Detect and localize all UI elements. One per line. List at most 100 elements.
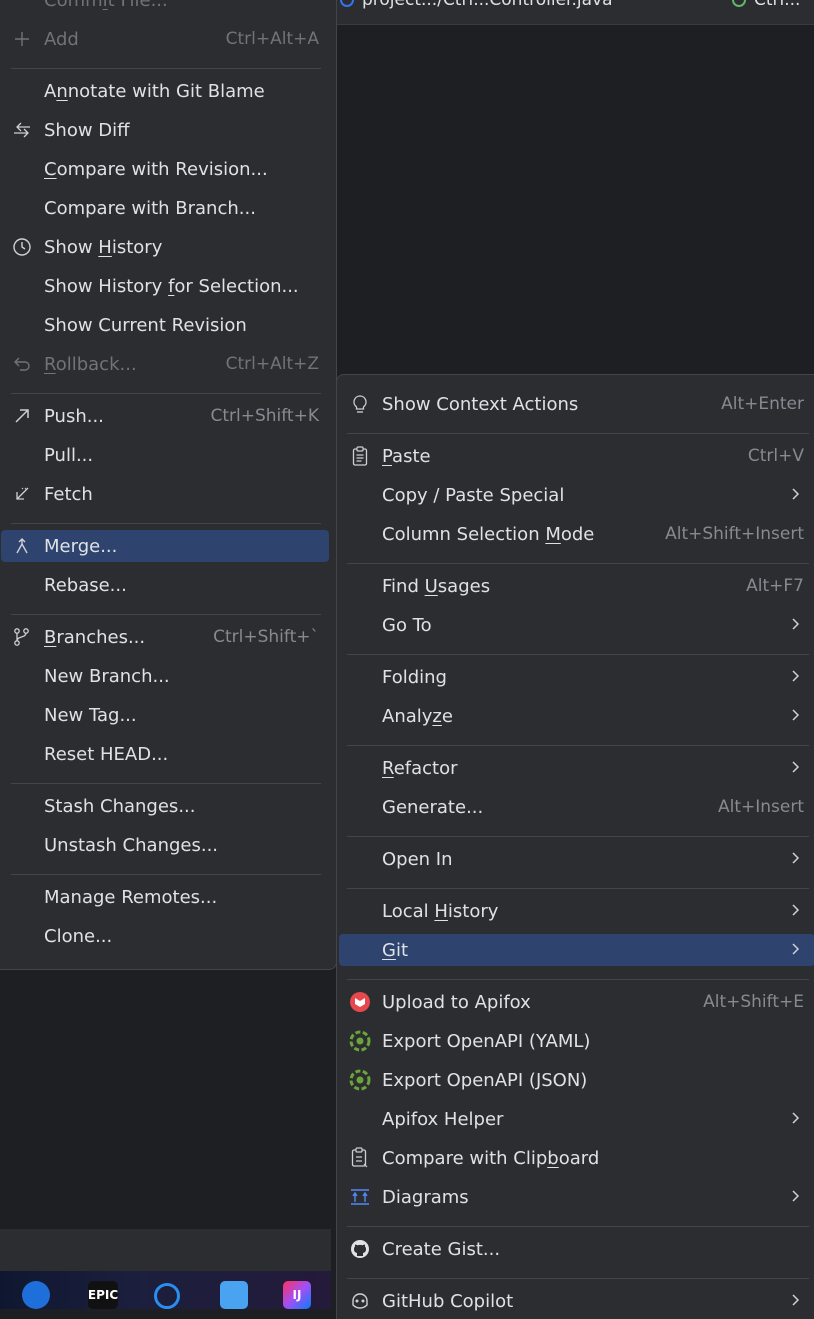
menu-item-compare-revision[interactable]: Compare with Revision... (1, 153, 329, 185)
menu-item-history-selection[interactable]: Show History for Selection... (1, 270, 329, 302)
menu-item-rebase[interactable]: Rebase... (1, 569, 329, 601)
menu-item-label: Show Current Revision (44, 314, 247, 336)
menu-item-export-json[interactable]: Export OpenAPI (JSON) (339, 1064, 814, 1096)
menu-item-push[interactable]: Push... Ctrl+Shift+K (1, 400, 329, 432)
menu-item-refactor[interactable]: Refactor (339, 752, 814, 784)
menu-item-clone[interactable]: Clone... (1, 920, 329, 952)
menu-item-label: Rebase... (44, 574, 127, 596)
menu-item-manage-remotes[interactable]: Manage Remotes... (1, 881, 329, 913)
menu-item-label: Analyze (382, 705, 453, 727)
diagram-icon (349, 1186, 371, 1208)
app-taskbar-icon[interactable] (220, 1281, 248, 1309)
menu-item-copy-paste-special[interactable]: Copy / Paste Special (339, 479, 814, 511)
menu-item-diagrams[interactable]: Diagrams (339, 1181, 814, 1213)
menu-item-add: Add Ctrl+Alt+A (1, 23, 329, 55)
menu-item-generate[interactable]: Generate... Alt+Insert (339, 791, 814, 823)
menu-item-shortcut: Alt+F7 (746, 576, 804, 596)
menu-item-label: Diagrams (382, 1186, 469, 1208)
menu-item-label: Manage Remotes... (44, 886, 218, 908)
undo-icon (11, 353, 33, 375)
menu-item-export-yaml[interactable]: Export OpenAPI (YAML) (339, 1025, 814, 1057)
menu-item-label: Show History for Selection... (44, 275, 299, 297)
menu-item-reset-head[interactable]: Reset HEAD... (1, 738, 329, 770)
menu-item-label: Merge... (44, 535, 118, 557)
menu-item-stash[interactable]: Stash Changes... (1, 790, 329, 822)
menu-item-compare-branch[interactable]: Compare with Branch... (1, 192, 329, 224)
apifox-icon (349, 991, 371, 1013)
editor-tab[interactable]: project.../Ctrl...Controller.java (340, 0, 612, 10)
menu-item-merge[interactable]: Merge... (1, 530, 329, 562)
menu-item-context-actions[interactable]: Show Context Actions Alt+Enter (339, 388, 814, 420)
menu-item-apifox-helper[interactable]: Apifox Helper (339, 1103, 814, 1135)
menu-separator (11, 783, 321, 784)
diff-icon (11, 119, 33, 141)
menu-item-shortcut: Alt+Insert (717, 797, 804, 817)
spring-icon (732, 0, 746, 7)
menu-item-shortcut: Ctrl+Alt+Z (225, 354, 319, 374)
menu-item-annotate[interactable]: Annotate with Git Blame (1, 75, 329, 107)
menu-item-shortcut: Ctrl+Shift+K (210, 406, 319, 426)
menu-item-git[interactable]: Git (339, 934, 814, 966)
chevron-right-icon (791, 615, 801, 636)
menu-item-local-history[interactable]: Local History (339, 895, 814, 927)
menu-item-folding[interactable]: Folding (339, 661, 814, 693)
menu-item-github-copilot[interactable]: GitHub Copilot (339, 1285, 814, 1317)
menu-item-label: Show History (44, 236, 163, 258)
app-taskbar-icon[interactable] (22, 1281, 50, 1309)
menu-item-label: Go To (382, 614, 432, 636)
menu-item-branches[interactable]: Branches... Ctrl+Shift+` (1, 621, 329, 653)
menu-item-show-history[interactable]: Show History (1, 231, 329, 263)
menu-item-pull[interactable]: Pull... (1, 439, 329, 471)
taskbar: EPIC IJ (0, 1271, 331, 1309)
menu-item-compare-clipboard[interactable]: Compare with Clipboard (339, 1142, 814, 1174)
menu-item-label: Reset HEAD... (44, 743, 169, 765)
menu-item-create-gist[interactable]: Create Gist... (339, 1233, 814, 1265)
intellij-idea-icon[interactable]: IJ (283, 1281, 311, 1309)
plus-icon (11, 28, 33, 50)
menu-separator (11, 874, 321, 875)
chevron-right-icon (791, 706, 801, 727)
epic-games-icon[interactable]: EPIC (88, 1281, 118, 1309)
menu-item-open-in[interactable]: Open In (339, 843, 814, 875)
menu-item-upload-apifox[interactable]: Upload to Apifox Alt+Shift+E (339, 986, 814, 1018)
menu-item-shortcut: Ctrl+V (747, 446, 804, 466)
menu-item-label: New Tag... (44, 704, 137, 726)
menu-item-column-selection[interactable]: Column Selection Mode Alt+Shift+Insert (339, 518, 814, 550)
menu-item-find-usages[interactable]: Find Usages Alt+F7 (339, 570, 814, 602)
menu-separator (11, 523, 321, 524)
menu-item-new-branch[interactable]: New Branch... (1, 660, 329, 692)
clipboard-icon (349, 445, 371, 467)
menu-item-label: Export OpenAPI (JSON) (382, 1069, 588, 1091)
status-bar (0, 1229, 331, 1271)
menu-item-new-tag[interactable]: New Tag... (1, 699, 329, 731)
menu-item-label: Folding (382, 666, 447, 688)
chevron-right-icon (791, 1291, 801, 1312)
app-taskbar-icon[interactable] (154, 1283, 180, 1309)
menu-separator (347, 1226, 809, 1227)
chevron-right-icon (791, 485, 801, 506)
menu-item-label: Upload to Apifox (382, 991, 531, 1013)
menu-item-label: Local History (382, 900, 499, 922)
openapi-icon (349, 1069, 371, 1091)
menu-item-analyze[interactable]: Analyze (339, 700, 814, 732)
menu-item-label: Commit File... (44, 0, 168, 11)
chevron-right-icon (791, 1109, 801, 1130)
editor-tab[interactable]: Ctrl... (732, 0, 800, 10)
menu-item-label: Column Selection Mode (382, 523, 595, 545)
menu-item-shortcut: Ctrl+Alt+A (225, 29, 319, 49)
compare-clipboard-icon (349, 1147, 371, 1169)
menu-item-fetch[interactable]: Fetch (1, 478, 329, 510)
push-arrow-icon (11, 405, 33, 427)
clock-icon (11, 236, 33, 258)
menu-item-paste[interactable]: Paste Ctrl+V (339, 440, 814, 472)
menu-item-go-to[interactable]: Go To (339, 609, 814, 641)
menu-item-current-revision[interactable]: Show Current Revision (1, 309, 329, 341)
menu-item-label: GitHub Copilot (382, 1290, 514, 1312)
chevron-right-icon (791, 758, 801, 779)
menu-item-shortcut: Alt+Enter (721, 394, 804, 414)
menu-item-unstash[interactable]: Unstash Changes... (1, 829, 329, 861)
menu-item-label: Export OpenAPI (YAML) (382, 1030, 591, 1052)
menu-item-label: Compare with Branch... (44, 197, 256, 219)
menu-separator (347, 888, 809, 889)
menu-item-show-diff[interactable]: Show Diff (1, 114, 329, 146)
